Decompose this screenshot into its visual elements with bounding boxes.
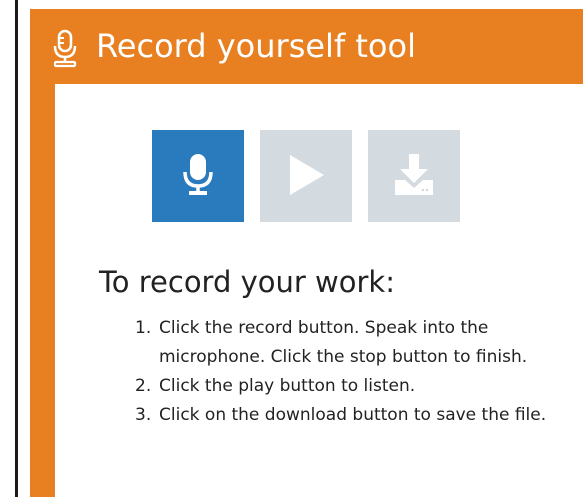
play-icon	[284, 151, 328, 202]
step-text: Click on the download button to save the…	[159, 405, 547, 425]
list-item: 2. Click the play button to listen.	[135, 372, 575, 401]
download-icon	[392, 152, 436, 201]
instructions-heading: To record your work:	[99, 265, 395, 299]
list-item: 3. Click on the download button to save …	[135, 401, 575, 430]
left-border-rule	[15, 0, 18, 497]
widget-header: Record yourself tool	[30, 9, 583, 84]
widget-title: Record yourself tool	[96, 27, 416, 65]
step-number: 1.	[135, 318, 152, 338]
play-button[interactable]	[260, 130, 352, 222]
microphone-icon	[50, 29, 80, 69]
step-number: 3.	[135, 405, 152, 425]
step-text: Click the play button to listen.	[159, 376, 416, 396]
step-number: 2.	[135, 376, 152, 396]
list-item: 1. Click the record button. Speak into t…	[135, 314, 575, 372]
step-text: Click the record button. Speak into the …	[159, 318, 528, 367]
record-button[interactable]	[152, 130, 244, 222]
download-button[interactable]	[368, 130, 460, 222]
widget-panel: To record your work: 1. Click the record…	[55, 84, 583, 497]
microphone-icon	[178, 150, 218, 203]
instructions-list: 1. Click the record button. Speak into t…	[135, 314, 575, 430]
record-yourself-widget: Record yourself tool To record your work…	[30, 9, 583, 497]
